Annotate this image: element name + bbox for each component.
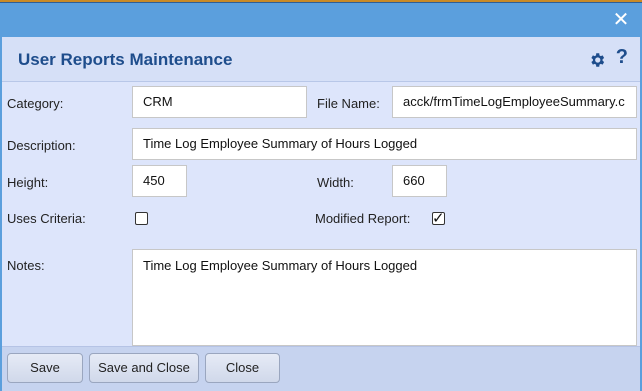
top-accent-line (0, 0, 642, 2)
file-name-field[interactable]: acck/frmTimeLogEmployeeSummary.c (392, 86, 637, 118)
help-icon[interactable]: ? (616, 46, 628, 69)
save-and-close-button[interactable]: Save and Close (89, 353, 199, 383)
dialog-header: User Reports Maintenance ? (2, 37, 640, 82)
category-field[interactable]: CRM (132, 86, 307, 118)
uses-criteria-label: Uses Criteria: (7, 211, 86, 226)
checkmark-icon: ✓ (432, 210, 445, 227)
height-field[interactable]: 450 (132, 165, 187, 197)
file-name-label: File Name: (317, 96, 380, 111)
save-button[interactable]: Save (7, 353, 83, 383)
modified-report-checkbox[interactable]: ✓ (432, 210, 445, 227)
width-field[interactable]: 660 (392, 165, 447, 197)
user-reports-dialog: User Reports Maintenance ? Category: CRM… (2, 37, 640, 391)
category-label: Category: (7, 96, 64, 111)
height-label: Height: (7, 175, 49, 190)
report-form: Category: CRM File Name: acck/frmTimeLog… (2, 82, 640, 346)
notes-label: Notes: (7, 258, 45, 273)
dialog-footer: Save Save and Close Close (2, 346, 640, 391)
gear-icon[interactable] (588, 51, 606, 69)
close-icon[interactable]: ✕ (612, 10, 630, 30)
description-label: Description: (7, 138, 76, 153)
close-button[interactable]: Close (205, 353, 280, 383)
window-titlebar: ✕ (0, 3, 642, 37)
description-field[interactable]: Time Log Employee Summary of Hours Logge… (132, 128, 637, 160)
uses-criteria-checkbox[interactable] (135, 212, 148, 225)
modified-report-label: Modified Report: (315, 211, 411, 226)
width-label: Width: (317, 175, 354, 190)
notes-textarea[interactable]: Time Log Employee Summary of Hours Logge… (132, 249, 637, 346)
dialog-title: User Reports Maintenance (18, 50, 233, 69)
